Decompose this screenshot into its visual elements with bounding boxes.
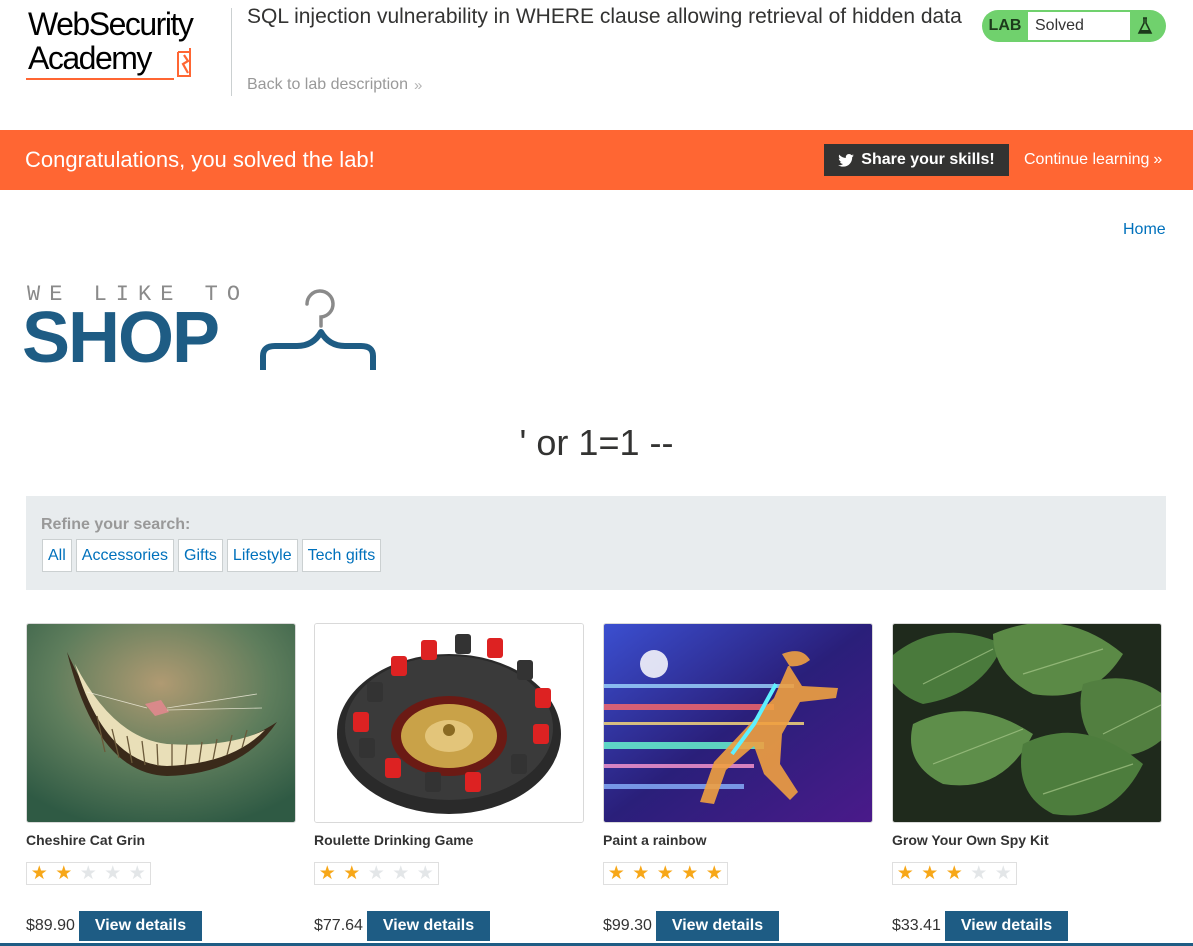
product-card: Roulette Drinking Game ★ ★ ★ ★ ★ $77.64 View… <box>314 623 584 946</box>
share-button-label: Share your skills! <box>861 151 995 168</box>
coat-hanger-icon <box>260 289 376 370</box>
star-filled-icon: ★ <box>607 863 625 884</box>
search-results-heading: ' or 1=1 -- <box>519 422 674 463</box>
product-grid: Cheshire Cat Grin ★ ★ ★ ★ ★ $89.90 View deta… <box>26 623 1166 946</box>
star-empty-icon: ★ <box>392 863 410 884</box>
logo-underline <box>26 78 174 80</box>
star-filled-icon: ★ <box>343 863 361 884</box>
neon-runner-image <box>604 624 872 822</box>
lab-status-text: Solved <box>1028 12 1130 40</box>
product-price: $33.41 <box>892 917 941 934</box>
flask-icon <box>1130 12 1160 40</box>
roulette-wheel-image <box>315 624 583 822</box>
twitter-icon <box>838 153 855 167</box>
product-rating: ★ ★ ★ ★ ★ <box>603 862 728 885</box>
continue-learning-link[interactable]: Continue learning » <box>1024 151 1162 169</box>
star-empty-icon: ★ <box>970 863 988 884</box>
lab-badge: LAB <box>988 17 1022 34</box>
product-card: Grow Your Own Spy Kit ★ ★ ★ ★ ★ $33.41 View … <box>892 623 1162 946</box>
view-details-button[interactable]: View details <box>367 911 490 941</box>
lab-title: SQL injection vulnerability in WHERE cla… <box>247 5 962 28</box>
academy-header: WebSecurity Academy SQL injection vulner… <box>0 0 1193 130</box>
product-rating: ★ ★ ★ ★ ★ <box>892 862 1017 885</box>
back-link-label: Back to lab description <box>247 76 408 93</box>
product-name: Paint a rainbow <box>603 832 707 848</box>
filter-gifts[interactable]: Gifts <box>178 539 223 572</box>
star-filled-icon: ★ <box>705 863 723 884</box>
product-price: $89.90 <box>26 917 75 934</box>
product-rating: ★ ★ ★ ★ ★ <box>314 862 439 885</box>
view-details-button[interactable]: View details <box>945 911 1068 941</box>
continue-learning-label: Continue learning <box>1024 151 1150 168</box>
star-empty-icon: ★ <box>104 863 122 884</box>
product-price: $77.64 <box>314 917 363 934</box>
star-empty-icon: ★ <box>128 863 146 884</box>
star-filled-icon: ★ <box>896 863 914 884</box>
lab-solved-notification: Congratulations, you solved the lab! Sha… <box>0 130 1193 190</box>
product-name: Cheshire Cat Grin <box>26 832 146 848</box>
star-filled-icon: ★ <box>632 863 650 884</box>
product-card: Paint a rainbow ★ ★ ★ ★ ★ $99.30 View detail… <box>603 623 873 946</box>
product-name: Roulette Drinking Game <box>314 832 474 848</box>
product-image-grow-your-own-spy-kit <box>892 623 1162 823</box>
product-name: Grow Your Own Spy Kit <box>892 832 1049 848</box>
we-like-to-shop-logo: WE LIKE TO SHOP <box>22 280 385 380</box>
product-image-roulette-drinking-game <box>314 623 584 823</box>
logo-text-line2: Academy <box>28 40 152 76</box>
star-filled-icon: ★ <box>681 863 699 884</box>
shop-logo-word: SHOP <box>22 298 220 378</box>
logo-text-line1: WebSecurity <box>28 6 194 42</box>
star-empty-icon: ★ <box>416 863 434 884</box>
double-chevron-right-icon: » <box>1153 151 1163 168</box>
view-details-button[interactable]: View details <box>79 911 202 941</box>
star-filled-icon: ★ <box>921 863 939 884</box>
product-image-cheshire-cat-grin <box>26 623 296 823</box>
home-link[interactable]: Home <box>1123 221 1166 239</box>
star-filled-icon: ★ <box>945 863 963 884</box>
header-divider <box>231 8 232 96</box>
view-details-button[interactable]: View details <box>656 911 779 941</box>
filter-lifestyle[interactable]: Lifestyle <box>226 539 298 572</box>
refine-search-panel: Refine your search: All Accessories Gift… <box>26 496 1166 590</box>
filter-accessories[interactable]: Accessories <box>75 539 175 572</box>
star-empty-icon: ★ <box>79 863 97 884</box>
double-chevron-right-icon: » <box>413 76 423 94</box>
back-to-lab-description-link[interactable]: Back to lab description » <box>247 76 422 94</box>
star-filled-icon: ★ <box>656 863 674 884</box>
lab-status-widget: LAB Solved <box>982 10 1166 42</box>
web-security-academy-logo[interactable]: WebSecurity Academy <box>24 8 224 88</box>
cheshire-grin-image <box>27 624 295 822</box>
product-card: Cheshire Cat Grin ★ ★ ★ ★ ★ $89.90 View deta… <box>26 623 296 946</box>
star-filled-icon: ★ <box>318 863 336 884</box>
product-rating: ★ ★ ★ ★ ★ <box>26 862 151 885</box>
congratulations-message: Congratulations, you solved the lab! <box>25 147 375 172</box>
filter-all[interactable]: All <box>42 539 72 572</box>
star-filled-icon: ★ <box>55 863 73 884</box>
filter-tech-gifts[interactable]: Tech gifts <box>301 539 382 572</box>
category-filters: All Accessories Gifts Lifestyle Tech gif… <box>42 539 382 572</box>
product-price: $99.30 <box>603 917 652 934</box>
product-image-paint-a-rainbow <box>603 623 873 823</box>
star-empty-icon: ★ <box>367 863 385 884</box>
share-your-skills-button[interactable]: Share your skills! <box>824 144 1009 176</box>
logo-bolt-icon <box>177 48 191 77</box>
star-filled-icon: ★ <box>30 863 48 884</box>
green-leaves-image <box>893 624 1161 822</box>
refine-search-label: Refine your search: <box>41 516 191 533</box>
star-empty-icon: ★ <box>994 863 1012 884</box>
